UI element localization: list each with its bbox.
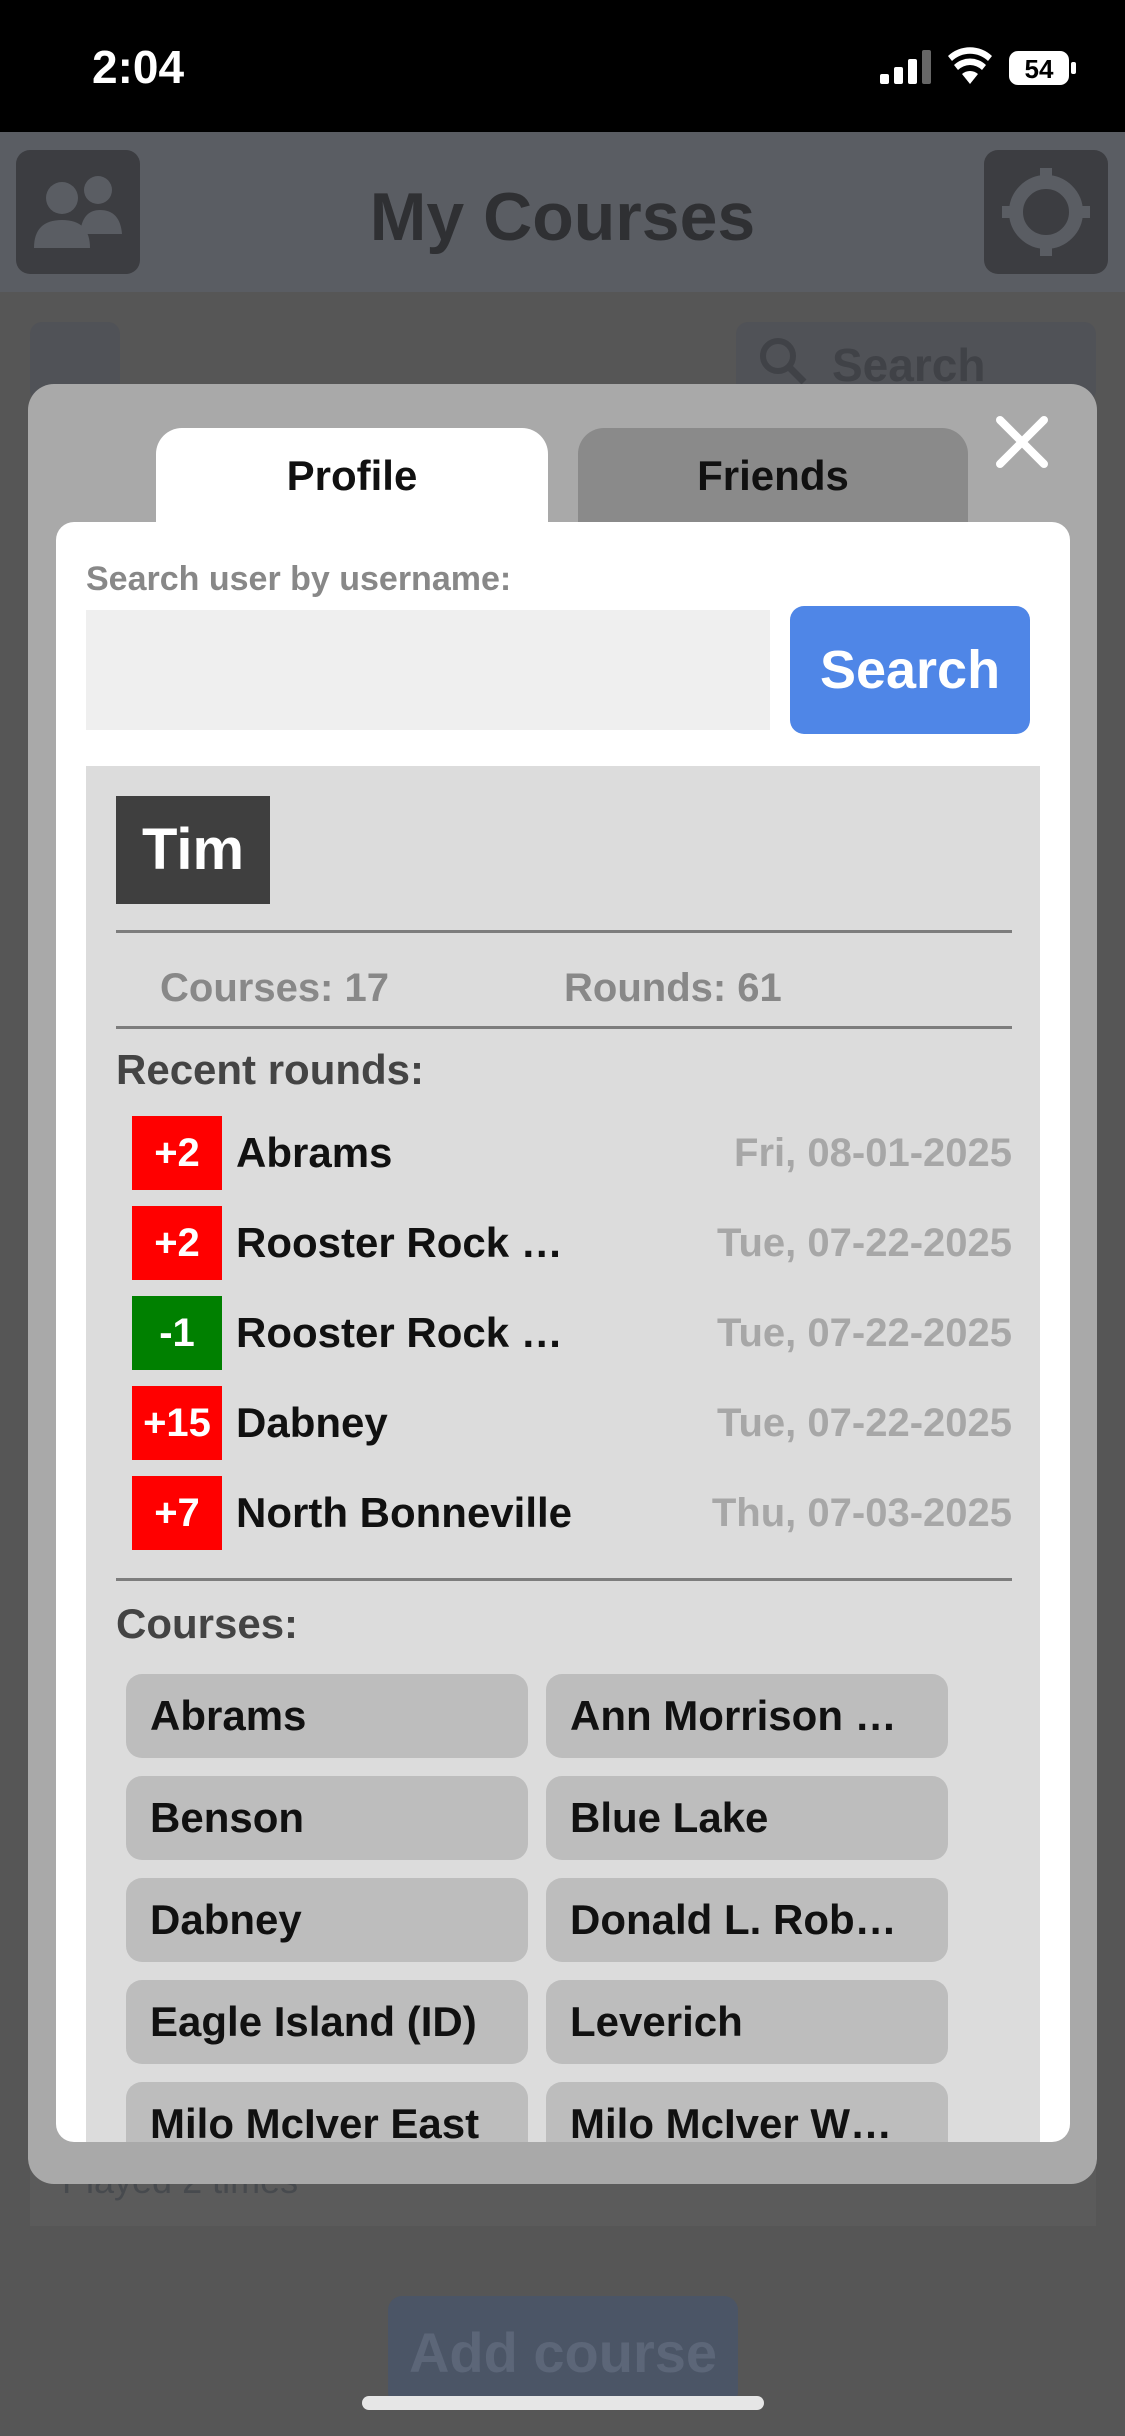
recent-rounds-title: Recent rounds: bbox=[116, 1046, 425, 1093]
tab-profile[interactable]: Profile bbox=[156, 428, 548, 524]
round-date: Fri, 08-01-2025 bbox=[734, 1131, 1012, 1175]
courses-count: Courses: 17 bbox=[160, 966, 389, 1010]
score-badge: -1 bbox=[132, 1296, 222, 1370]
divider bbox=[116, 930, 1012, 933]
course-chip[interactable]: Leverich bbox=[546, 1980, 948, 2064]
course-chip[interactable]: Donald L. Rob… bbox=[546, 1878, 948, 1962]
round-date: Tue, 07-22-2025 bbox=[717, 1311, 1012, 1355]
wifi-icon bbox=[948, 47, 992, 84]
profile-panel: Search user by username: Search Tim Cour… bbox=[56, 522, 1070, 2142]
username-search-input[interactable] bbox=[86, 610, 770, 730]
battery-level: 54 bbox=[1025, 54, 1054, 84]
divider bbox=[116, 1578, 1012, 1581]
close-icon[interactable] bbox=[990, 410, 1054, 474]
recent-round-row[interactable]: -1 Rooster Rock … Tue, 07-22-2025 bbox=[132, 1296, 1012, 1370]
courses-title: Courses: bbox=[116, 1600, 299, 1647]
score-badge: +2 bbox=[132, 1116, 222, 1190]
score-badge: +7 bbox=[132, 1476, 222, 1550]
cellular-signal-icon bbox=[880, 50, 931, 84]
recent-round-row[interactable]: +7 North Bonneville Thu, 07-03-2025 bbox=[132, 1476, 1012, 1550]
score-badge: +15 bbox=[132, 1386, 222, 1460]
tab-friends[interactable]: Friends bbox=[578, 428, 968, 524]
course-chip[interactable]: Abrams bbox=[126, 1674, 528, 1758]
search-icon bbox=[760, 338, 807, 385]
status-time: 2:04 bbox=[92, 41, 185, 93]
recent-round-row[interactable]: +2 Abrams Fri, 08-01-2025 bbox=[132, 1116, 1012, 1190]
round-course-name: Abrams bbox=[236, 1129, 393, 1176]
round-course-name: North Bonneville bbox=[236, 1489, 573, 1536]
round-course-name: Rooster Rock … bbox=[236, 1219, 563, 1266]
round-course-name: Dabney bbox=[236, 1399, 388, 1446]
course-chip[interactable]: Benson bbox=[126, 1776, 528, 1860]
rounds-count: Rounds: 61 bbox=[564, 966, 782, 1010]
username-tag: Tim bbox=[116, 796, 270, 904]
course-chip[interactable]: Ann Morrison … bbox=[546, 1674, 948, 1758]
course-chip[interactable]: Milo McIver East bbox=[126, 2082, 528, 2142]
round-date: Tue, 07-22-2025 bbox=[717, 1401, 1012, 1445]
course-chip[interactable]: Milo McIver W… bbox=[546, 2082, 948, 2142]
home-indicator bbox=[362, 2396, 764, 2410]
round-date: Thu, 07-03-2025 bbox=[711, 1491, 1012, 1535]
search-button[interactable]: Search bbox=[790, 606, 1030, 734]
course-chip[interactable]: Dabney bbox=[126, 1878, 528, 1962]
score-badge: +2 bbox=[132, 1206, 222, 1280]
gear-icon bbox=[1002, 168, 1090, 256]
round-course-name: Rooster Rock … bbox=[236, 1309, 563, 1356]
recent-round-row[interactable]: +2 Rooster Rock … Tue, 07-22-2025 bbox=[132, 1206, 1012, 1280]
page-title: My Courses bbox=[369, 179, 756, 255]
divider bbox=[116, 1026, 1012, 1029]
user-profile-card: Tim Courses: 17 Rounds: 61 Recent rounds… bbox=[86, 766, 1040, 2142]
round-date: Tue, 07-22-2025 bbox=[717, 1221, 1012, 1265]
status-bar: 2:04 54 bbox=[0, 0, 1125, 132]
course-chip[interactable]: Blue Lake bbox=[546, 1776, 948, 1860]
battery-icon: 54 bbox=[1009, 51, 1076, 85]
search-user-label: Search user by username: bbox=[86, 560, 512, 598]
settings-button[interactable] bbox=[984, 150, 1108, 274]
course-chip[interactable]: Eagle Island (ID) bbox=[126, 1980, 528, 2064]
add-course-label: Add course bbox=[408, 2321, 718, 2384]
recent-round-row[interactable]: +15 Dabney Tue, 07-22-2025 bbox=[132, 1386, 1012, 1460]
